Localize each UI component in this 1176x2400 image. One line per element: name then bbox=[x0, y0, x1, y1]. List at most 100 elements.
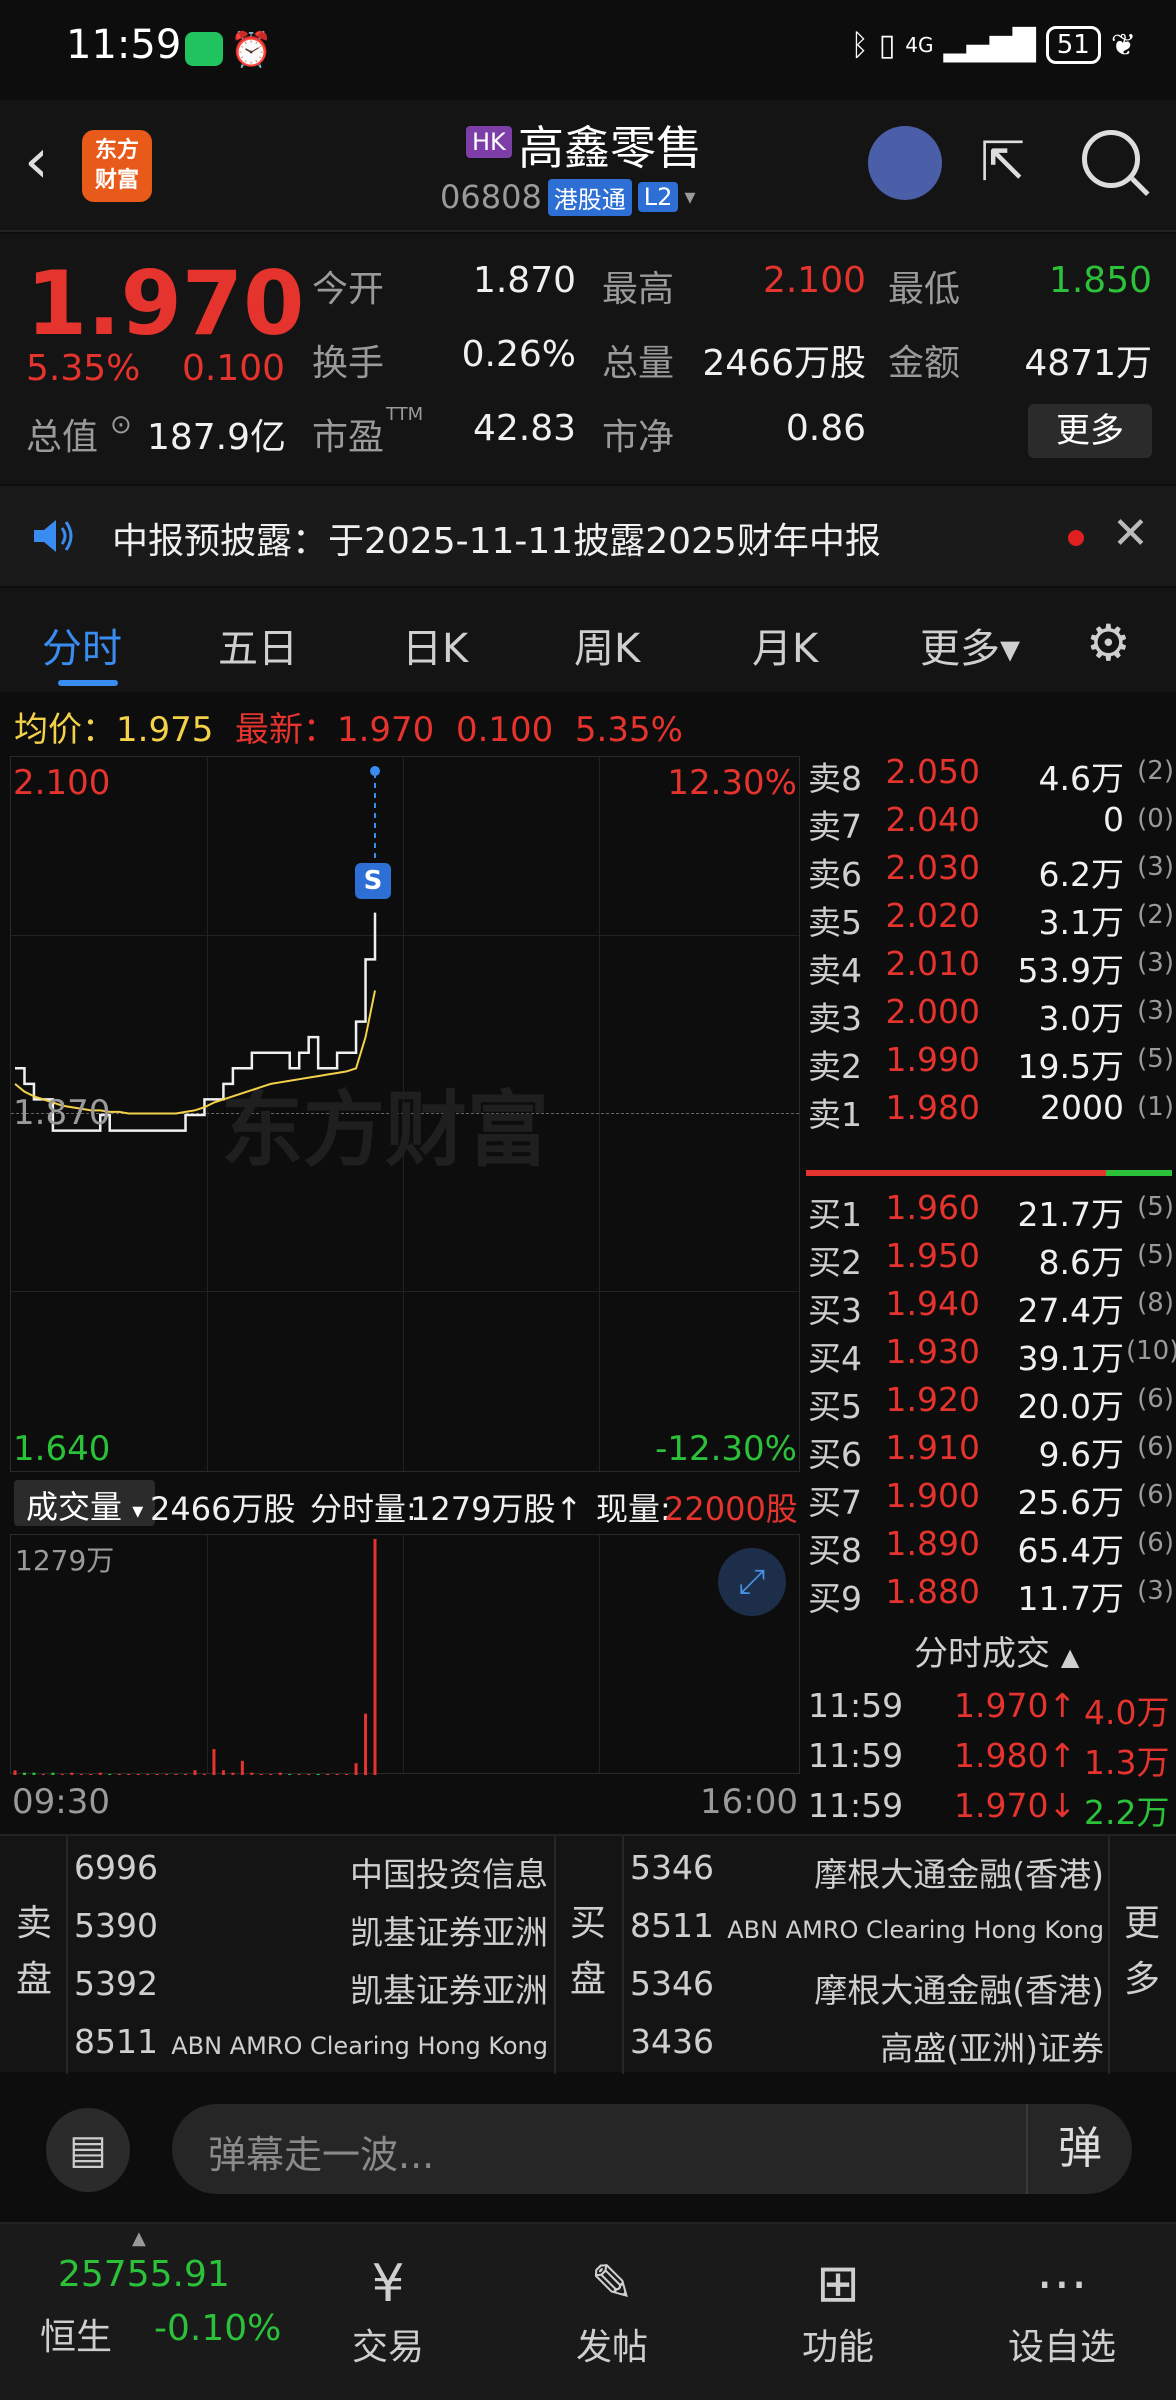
nav-trade[interactable]: ¥ 交易 bbox=[318, 2254, 458, 2370]
close-icon[interactable]: ✕ bbox=[1112, 508, 1149, 559]
volume-bar bbox=[240, 1760, 244, 1775]
broker-name[interactable]: 高盛(亚洲)证券 bbox=[880, 2022, 1104, 2070]
order-label: 买9 bbox=[808, 1579, 862, 1618]
more-button[interactable]: 更多 bbox=[1028, 404, 1152, 458]
order-volume: 21.7万 bbox=[1017, 1195, 1124, 1234]
level-tag: L2 bbox=[637, 182, 679, 212]
pe-sup: TTM bbox=[386, 404, 424, 425]
danmaku-input[interactable]: 弹幕走一波... 弹 bbox=[172, 2104, 1132, 2194]
gear-icon[interactable]: ⚙ bbox=[1086, 614, 1131, 672]
intraday-chart[interactable]: 东方财富 2.100 12.30% 1.870 1.640 -12.30% S bbox=[10, 756, 800, 1472]
order-book-row[interactable]: 买3 1.940 27.4万 (8) bbox=[804, 1284, 1176, 1332]
order-book-row[interactable]: 买2 1.950 8.6万 (5) bbox=[804, 1236, 1176, 1284]
avg-value: 1.975 bbox=[116, 710, 214, 750]
order-label: 卖5 bbox=[808, 903, 862, 942]
volume-bar bbox=[70, 1772, 74, 1775]
logo-line-1: 东方 bbox=[94, 138, 139, 163]
sell-signal-marker[interactable]: S bbox=[355, 863, 391, 899]
broker-id[interactable]: 5390 bbox=[74, 1906, 158, 1945]
order-book-row[interactable]: 卖2 1.990 19.5万 (5) bbox=[804, 1040, 1176, 1088]
share-icon[interactable]: ⇱ bbox=[980, 130, 1025, 193]
announcement-bar[interactable]: 中报预披露：于2025-11-11披露2025财年中报 ✕ bbox=[0, 486, 1176, 586]
comment-list-icon[interactable]: ▤ bbox=[46, 2108, 130, 2192]
broker-id[interactable]: 3436 bbox=[630, 2022, 714, 2061]
volume-bar bbox=[136, 1774, 140, 1775]
broker-id[interactable]: 6996 bbox=[74, 1848, 158, 1887]
volume-plot bbox=[13, 1539, 377, 1775]
order-volume: 4.6万 bbox=[1038, 759, 1124, 798]
order-volume: 2000 bbox=[1040, 1088, 1124, 1127]
order-book-row[interactable]: 买8 1.890 65.4万 (6) bbox=[804, 1524, 1176, 1572]
broker-name[interactable]: 摩根大通金融(香港) bbox=[814, 1964, 1104, 2012]
order-book-row[interactable]: 买1 1.960 21.7万 (5) bbox=[804, 1188, 1176, 1236]
order-book-row[interactable]: 卖8 2.050 4.6万 (2) bbox=[804, 752, 1176, 800]
broker-id[interactable]: 5392 bbox=[74, 1964, 158, 2003]
chevron-down-icon[interactable]: ▾ bbox=[684, 185, 695, 210]
nav-functions[interactable]: ⊞ 功能 bbox=[768, 2254, 908, 2370]
tick-volume-label: 分时量: bbox=[310, 1490, 417, 1528]
order-volume: 39.1万 bbox=[1017, 1339, 1124, 1378]
indicator-select[interactable]: 成交量 ▾ bbox=[14, 1480, 156, 1526]
trade-volume: 4.0万 bbox=[1084, 1693, 1170, 1732]
search-icon[interactable] bbox=[1082, 130, 1140, 188]
order-book-row[interactable]: 卖7 2.040 0 (0) bbox=[804, 800, 1176, 848]
volume-total: 2466万股 bbox=[150, 1490, 296, 1528]
order-book-row[interactable]: 卖5 2.020 3.1万 (2) bbox=[804, 896, 1176, 944]
index-value[interactable]: 25755.91 bbox=[58, 2254, 230, 2295]
index-change[interactable]: -0.10% bbox=[154, 2308, 281, 2349]
broker-id[interactable]: 8511 bbox=[630, 1906, 714, 1945]
order-book-row[interactable]: 买7 1.900 25.6万 (6) bbox=[804, 1476, 1176, 1524]
assistant-avatar[interactable] bbox=[868, 126, 942, 200]
order-book-row[interactable]: 卖6 2.030 6.2万 (3) bbox=[804, 848, 1176, 896]
tab-daily-k[interactable]: 日K bbox=[402, 616, 468, 674]
order-label: 卖6 bbox=[808, 855, 862, 894]
low-value: 1.850 bbox=[1048, 260, 1152, 301]
order-label: 买8 bbox=[808, 1531, 862, 1570]
broker-name[interactable]: 摩根大通金融(香港) bbox=[814, 1848, 1104, 1896]
pb-value: 0.86 bbox=[785, 408, 866, 449]
danmaku-toggle-button[interactable]: 弹 bbox=[1026, 2104, 1132, 2194]
broker-name[interactable]: 凯基证券亚洲 bbox=[350, 1906, 548, 1954]
tab-monthly-k[interactable]: 月K bbox=[752, 616, 818, 674]
order-book-row[interactable]: 买9 1.880 11.7万 (3) bbox=[804, 1572, 1176, 1620]
volume-chart[interactable]: 1279万 bbox=[10, 1534, 800, 1775]
info-icon[interactable]: ⊙ bbox=[110, 410, 132, 440]
tab-more[interactable]: 更多▾ bbox=[920, 616, 1020, 674]
more-label-2: 多 bbox=[1123, 1959, 1160, 2000]
order-book-row[interactable]: 买4 1.930 39.1万 (10) bbox=[804, 1332, 1176, 1380]
tab-intraday[interactable]: 分时 bbox=[42, 616, 122, 674]
broker-name[interactable]: 中国投资信息 bbox=[350, 1848, 548, 1896]
tick-volume-value: 1279万股↑ bbox=[410, 1490, 583, 1528]
order-count: (3) bbox=[1137, 948, 1174, 978]
broker-id[interactable]: 5346 bbox=[630, 1848, 714, 1887]
broker-name[interactable]: ABN AMRO Clearing Hong Kong bbox=[171, 2032, 548, 2060]
order-price: 1.990 bbox=[885, 1040, 980, 1079]
broker-name[interactable]: 凯基证券亚洲 bbox=[350, 1964, 548, 2012]
tab-five-day[interactable]: 五日 bbox=[218, 616, 298, 674]
order-book-row[interactable]: 卖1 1.980 2000 (1) bbox=[804, 1088, 1176, 1136]
unread-dot bbox=[1068, 530, 1084, 546]
indicator-select-label: 成交量 bbox=[26, 1488, 123, 1526]
order-book-row[interactable]: 买5 1.920 20.0万 (6) bbox=[804, 1380, 1176, 1428]
stock-name: 高鑫零售 bbox=[518, 121, 702, 175]
trade-time: 11:59 bbox=[808, 1786, 904, 1825]
broker-more-button[interactable]: 更 多 bbox=[1122, 1896, 1162, 2008]
trades-title[interactable]: 分时成交 ▲ bbox=[914, 1626, 1079, 1675]
order-book-row[interactable]: 卖3 2.000 3.0万 (3) bbox=[804, 992, 1176, 1040]
turnover-label: 换手 bbox=[312, 343, 385, 384]
fullscreen-icon[interactable]: ⤢ bbox=[718, 1548, 786, 1616]
order-price: 1.880 bbox=[885, 1572, 980, 1611]
broker-name[interactable]: ABN AMRO Clearing Hong Kong bbox=[727, 1916, 1104, 1944]
order-book-row[interactable]: 买6 1.910 9.6万 (6) bbox=[804, 1428, 1176, 1476]
nav-add-watchlist[interactable]: ⋯ 设自选 bbox=[992, 2254, 1132, 2370]
tab-weekly-k[interactable]: 周K bbox=[574, 616, 640, 674]
tick-trades[interactable]: 分时成交 ▲ 11:59 1.970↑ 4.0万 11:59 1.980↑ 1.3万 11:… bbox=[804, 1626, 1176, 1836]
nav-post[interactable]: ✎ 发帖 bbox=[542, 2254, 682, 2370]
buy-label-2: 盘 bbox=[569, 1959, 606, 2000]
back-icon[interactable]: ‹ bbox=[24, 130, 49, 192]
broker-id[interactable]: 8511 bbox=[74, 2022, 158, 2061]
order-book-row[interactable]: 卖4 2.010 53.9万 (3) bbox=[804, 944, 1176, 992]
broker-id[interactable]: 5346 bbox=[630, 1964, 714, 2003]
tab-underline bbox=[58, 680, 118, 686]
index-name[interactable]: 恒生 bbox=[40, 2308, 112, 2360]
